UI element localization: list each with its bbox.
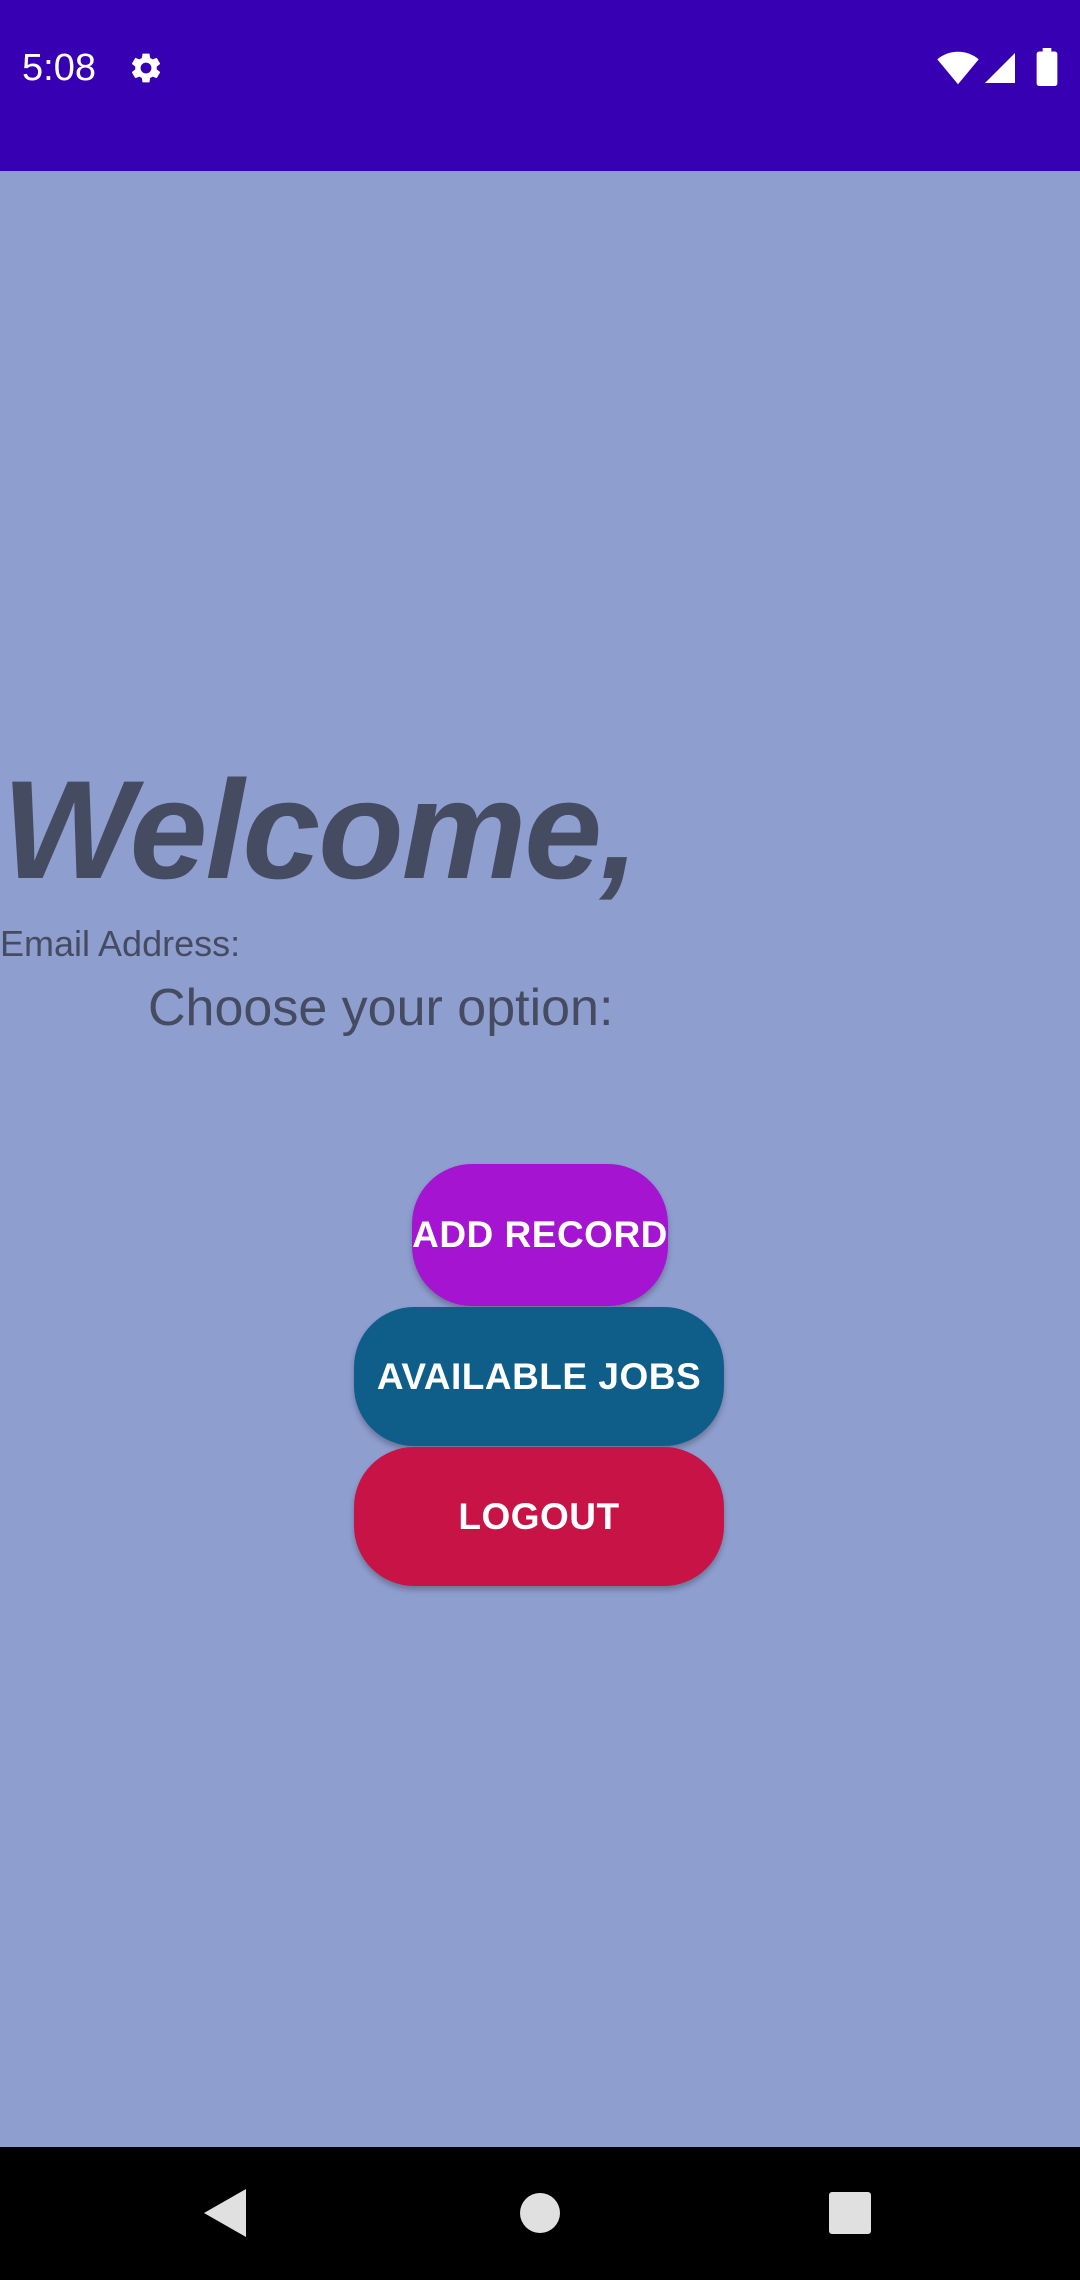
battery-icon: [1036, 48, 1058, 86]
welcome-title: Welcome,: [2, 751, 639, 908]
choose-option-label: Choose your option:: [148, 979, 614, 1037]
recents-icon[interactable]: [829, 2192, 871, 2234]
email-address-label: Email Address:: [0, 923, 241, 964]
signal-icon: [985, 53, 1015, 83]
app-screen: 5:08 Welcome, Email Address: Choose your…: [0, 0, 1080, 2280]
add-record-button[interactable]: ADD RECORD: [412, 1164, 668, 1306]
back-icon[interactable]: [204, 2189, 246, 2237]
navigation-bar: [0, 2147, 1080, 2280]
status-bar: 5:08: [0, 0, 1080, 171]
home-icon[interactable]: [519, 2192, 561, 2234]
gear-icon: [131, 53, 161, 83]
available-jobs-button[interactable]: AVAILABLE JOBS: [354, 1307, 724, 1446]
status-time: 5:08: [22, 47, 96, 89]
wifi-icon: [937, 51, 979, 85]
logout-button[interactable]: LOGOUT: [354, 1447, 724, 1586]
